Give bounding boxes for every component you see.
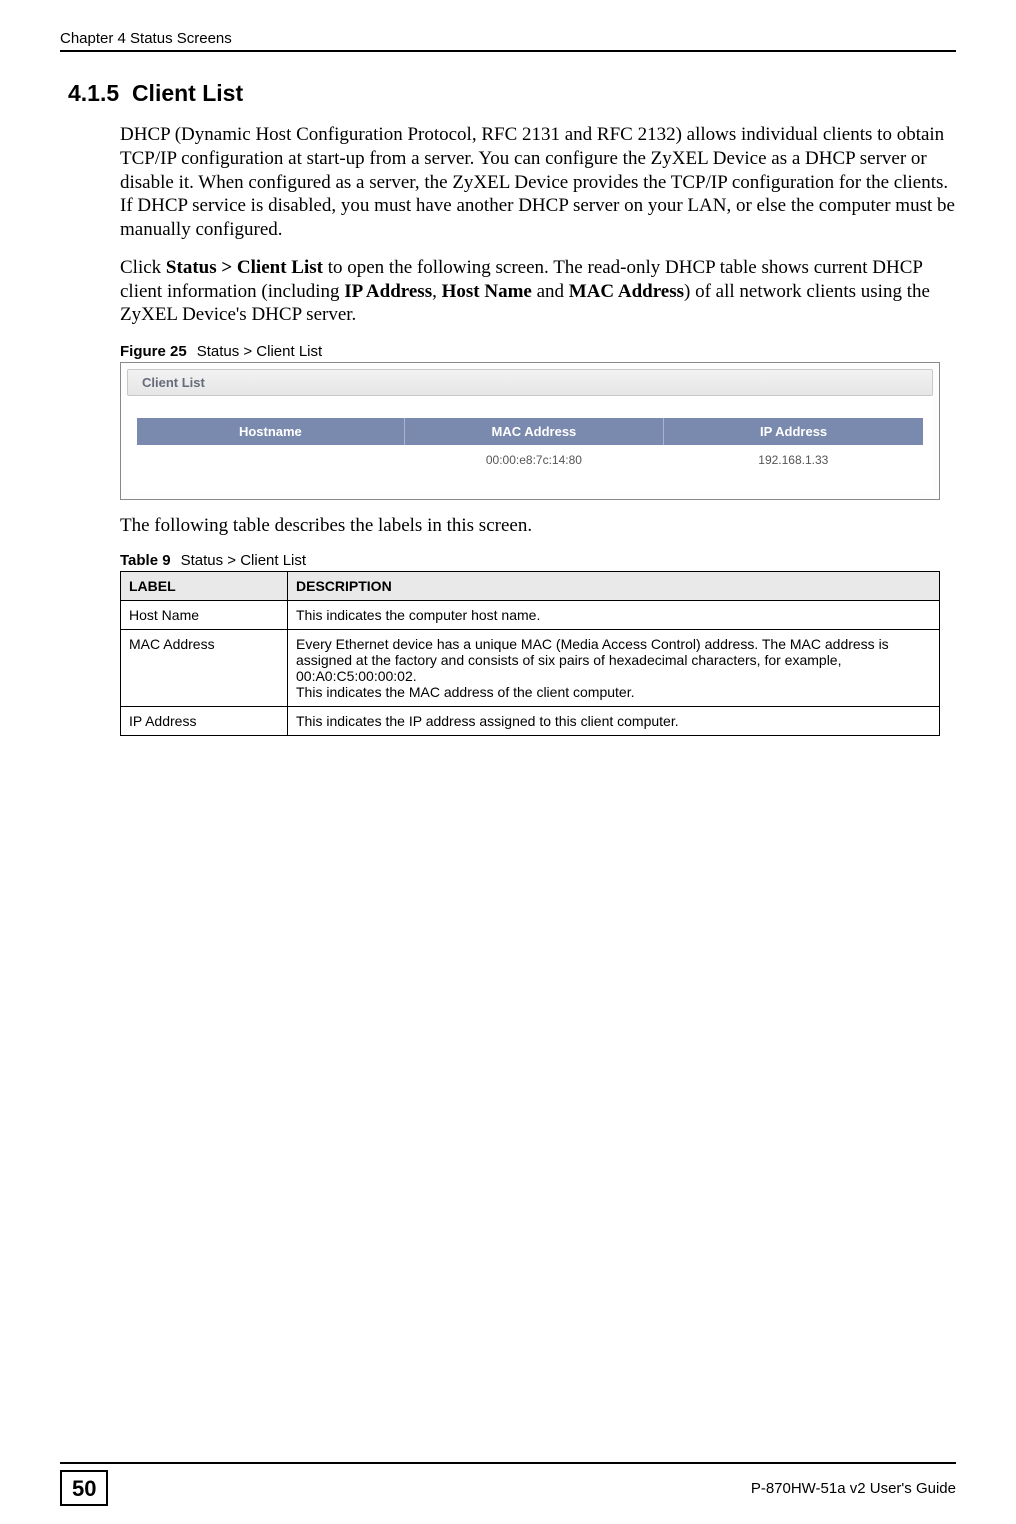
client-list-row: 00:00:e8:7c:14:80 192.168.1.33 xyxy=(137,445,923,475)
desc-head-desc: DESCRIPTION xyxy=(288,571,940,600)
client-list-header-row: Hostname MAC Address IP Address xyxy=(137,418,923,445)
footer-row: 50 P-870HW-51a v2 User's Guide xyxy=(60,1470,956,1506)
figure-title: Status > Client List xyxy=(197,343,322,360)
page-footer: 50 P-870HW-51a v2 User's Guide xyxy=(60,1462,956,1506)
p2-pre: Click xyxy=(120,257,166,278)
p2-bold1: Status > Client List xyxy=(166,257,323,278)
client-list-table: Hostname MAC Address IP Address 00:00:e8… xyxy=(137,418,923,475)
desc-header-row: LABEL DESCRIPTION xyxy=(121,571,940,600)
description-table: LABEL DESCRIPTION Host Name This indicat… xyxy=(120,571,940,736)
section-title: Client List xyxy=(132,80,243,106)
desc-text: This indicates the computer host name. xyxy=(288,600,940,629)
p2-mid2: , xyxy=(432,281,442,302)
p2-bold2: IP Address xyxy=(344,281,432,302)
figure-screenshot: Client List Hostname MAC Address IP Addr… xyxy=(120,362,940,500)
p2-bold3: Host Name xyxy=(442,281,532,302)
table-caption: Table 9 Status > Client List xyxy=(120,552,956,569)
desc-text: Every Ethernet device has a unique MAC (… xyxy=(288,629,940,706)
cell-mac: 00:00:e8:7c:14:80 xyxy=(404,445,663,475)
chapter-title: Chapter 4 Status Screens xyxy=(60,30,232,47)
page-number: 50 xyxy=(60,1470,108,1506)
section-number: 4.1.5 xyxy=(68,80,119,106)
desc-label: IP Address xyxy=(121,706,288,735)
p2-bold4: MAC Address xyxy=(569,281,684,302)
section-heading: 4.1.5 Client List xyxy=(68,80,956,107)
paragraph-3: The following table describes the labels… xyxy=(120,514,956,538)
figure-caption: Figure 25 Status > Client List xyxy=(120,343,956,360)
document-page: Chapter 4 Status Screens 4.1.5 Client Li… xyxy=(0,0,1016,1524)
desc-head-label: LABEL xyxy=(121,571,288,600)
paragraph-1: DHCP (Dynamic Host Configuration Protoco… xyxy=(120,123,956,242)
cell-ip: 192.168.1.33 xyxy=(664,445,923,475)
page-header: Chapter 4 Status Screens xyxy=(60,30,956,50)
desc-label: MAC Address xyxy=(121,629,288,706)
screenshot-inner: Client List Hostname MAC Address IP Addr… xyxy=(121,363,939,499)
desc-row: Host Name This indicates the computer ho… xyxy=(121,600,940,629)
col-hostname: Hostname xyxy=(137,418,404,445)
guide-name: P-870HW-51a v2 User's Guide xyxy=(751,1480,956,1497)
p2-mid3: and xyxy=(532,281,569,302)
header-rule xyxy=(60,50,956,52)
col-ip: IP Address xyxy=(664,418,923,445)
desc-text: This indicates the IP address assigned t… xyxy=(288,706,940,735)
screenshot-panel-title: Client List xyxy=(127,369,933,396)
desc-label: Host Name xyxy=(121,600,288,629)
footer-rule xyxy=(60,1462,956,1464)
desc-row: MAC Address Every Ethernet device has a … xyxy=(121,629,940,706)
paragraph-2: Click Status > Client List to open the f… xyxy=(120,256,956,327)
desc-row: IP Address This indicates the IP address… xyxy=(121,706,940,735)
screenshot-body: Hostname MAC Address IP Address 00:00:e8… xyxy=(127,396,933,493)
col-mac: MAC Address xyxy=(404,418,663,445)
cell-hostname xyxy=(137,445,404,475)
table-number: Table 9 xyxy=(120,552,171,569)
table-title: Status > Client List xyxy=(181,552,306,569)
figure-number: Figure 25 xyxy=(120,343,187,360)
